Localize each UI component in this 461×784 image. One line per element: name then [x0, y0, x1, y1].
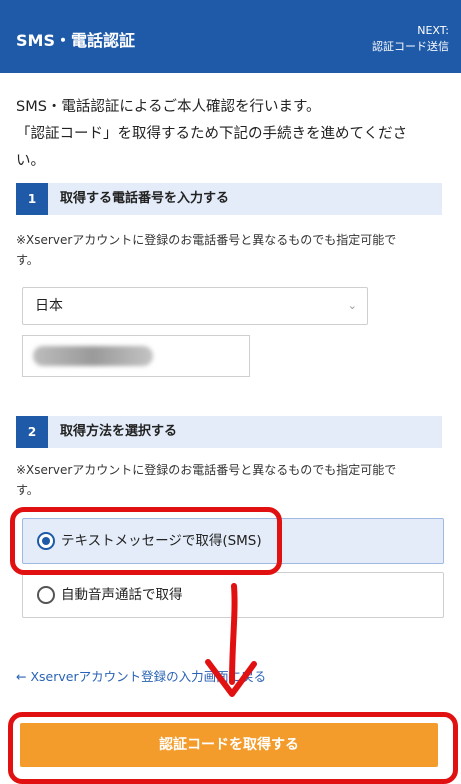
intro-text: SMS・電話認証によるご本人確認を行います。 「認証コード」を取得するため下記の… [16, 94, 446, 175]
page-title: SMS・電話認証 [16, 31, 135, 50]
step-1-note: ※Xserverアカウントに登録のお電話番号と異なるものでも指定可能で す。 [16, 230, 446, 270]
country-select[interactable]: 日本 ⌄ [22, 287, 368, 325]
next-step-indicator: NEXT: 認証コード送信 [372, 23, 449, 55]
red-arrow-annotation [205, 583, 257, 697]
step-1-note-line-1: ※Xserverアカウントに登録のお電話番号と異なるものでも指定可能で [16, 233, 397, 247]
intro-line-2: 「認証コード」を取得するため下記の手続きを進めてくださ [16, 126, 408, 142]
step-1-number: 1 [16, 183, 48, 215]
redacted-phone-number [33, 346, 153, 366]
chevron-down-icon: ⌄ [347, 299, 357, 312]
page-header: SMS・電話認証 NEXT: 認証コード送信 [0, 0, 461, 73]
step-2-label: 取得方法を選択する [60, 424, 178, 439]
step-2-note-line-2: す。 [16, 483, 39, 497]
country-select-value: 日本 [35, 298, 63, 314]
step-2-number: 2 [16, 416, 48, 448]
step-2-note-line-1: ※Xserverアカウントに登録のお電話番号と異なるものでも指定可能で [16, 463, 397, 477]
step-1-note-line-2: す。 [16, 253, 39, 267]
next-label: NEXT: [417, 24, 449, 37]
step-1-header: 1 取得する電話番号を入力する [16, 183, 442, 215]
radio-unselected-icon [37, 586, 55, 604]
red-annotation-sms [10, 507, 282, 575]
intro-line-3: い。 [16, 153, 45, 169]
intro-line-1: SMS・電話認証によるご本人確認を行います。 [16, 99, 321, 115]
step-2-note: ※Xserverアカウントに登録のお電話番号と異なるものでも指定可能で す。 [16, 460, 446, 500]
phone-number-input[interactable] [22, 335, 250, 377]
step-1-label: 取得する電話番号を入力する [60, 191, 230, 206]
step-2-header: 2 取得方法を選択する [16, 416, 442, 448]
radio-option-voice-label: 自動音声通話で取得 [61, 587, 183, 603]
next-value: 認証コード送信 [372, 40, 449, 53]
red-annotation-submit [8, 712, 458, 784]
